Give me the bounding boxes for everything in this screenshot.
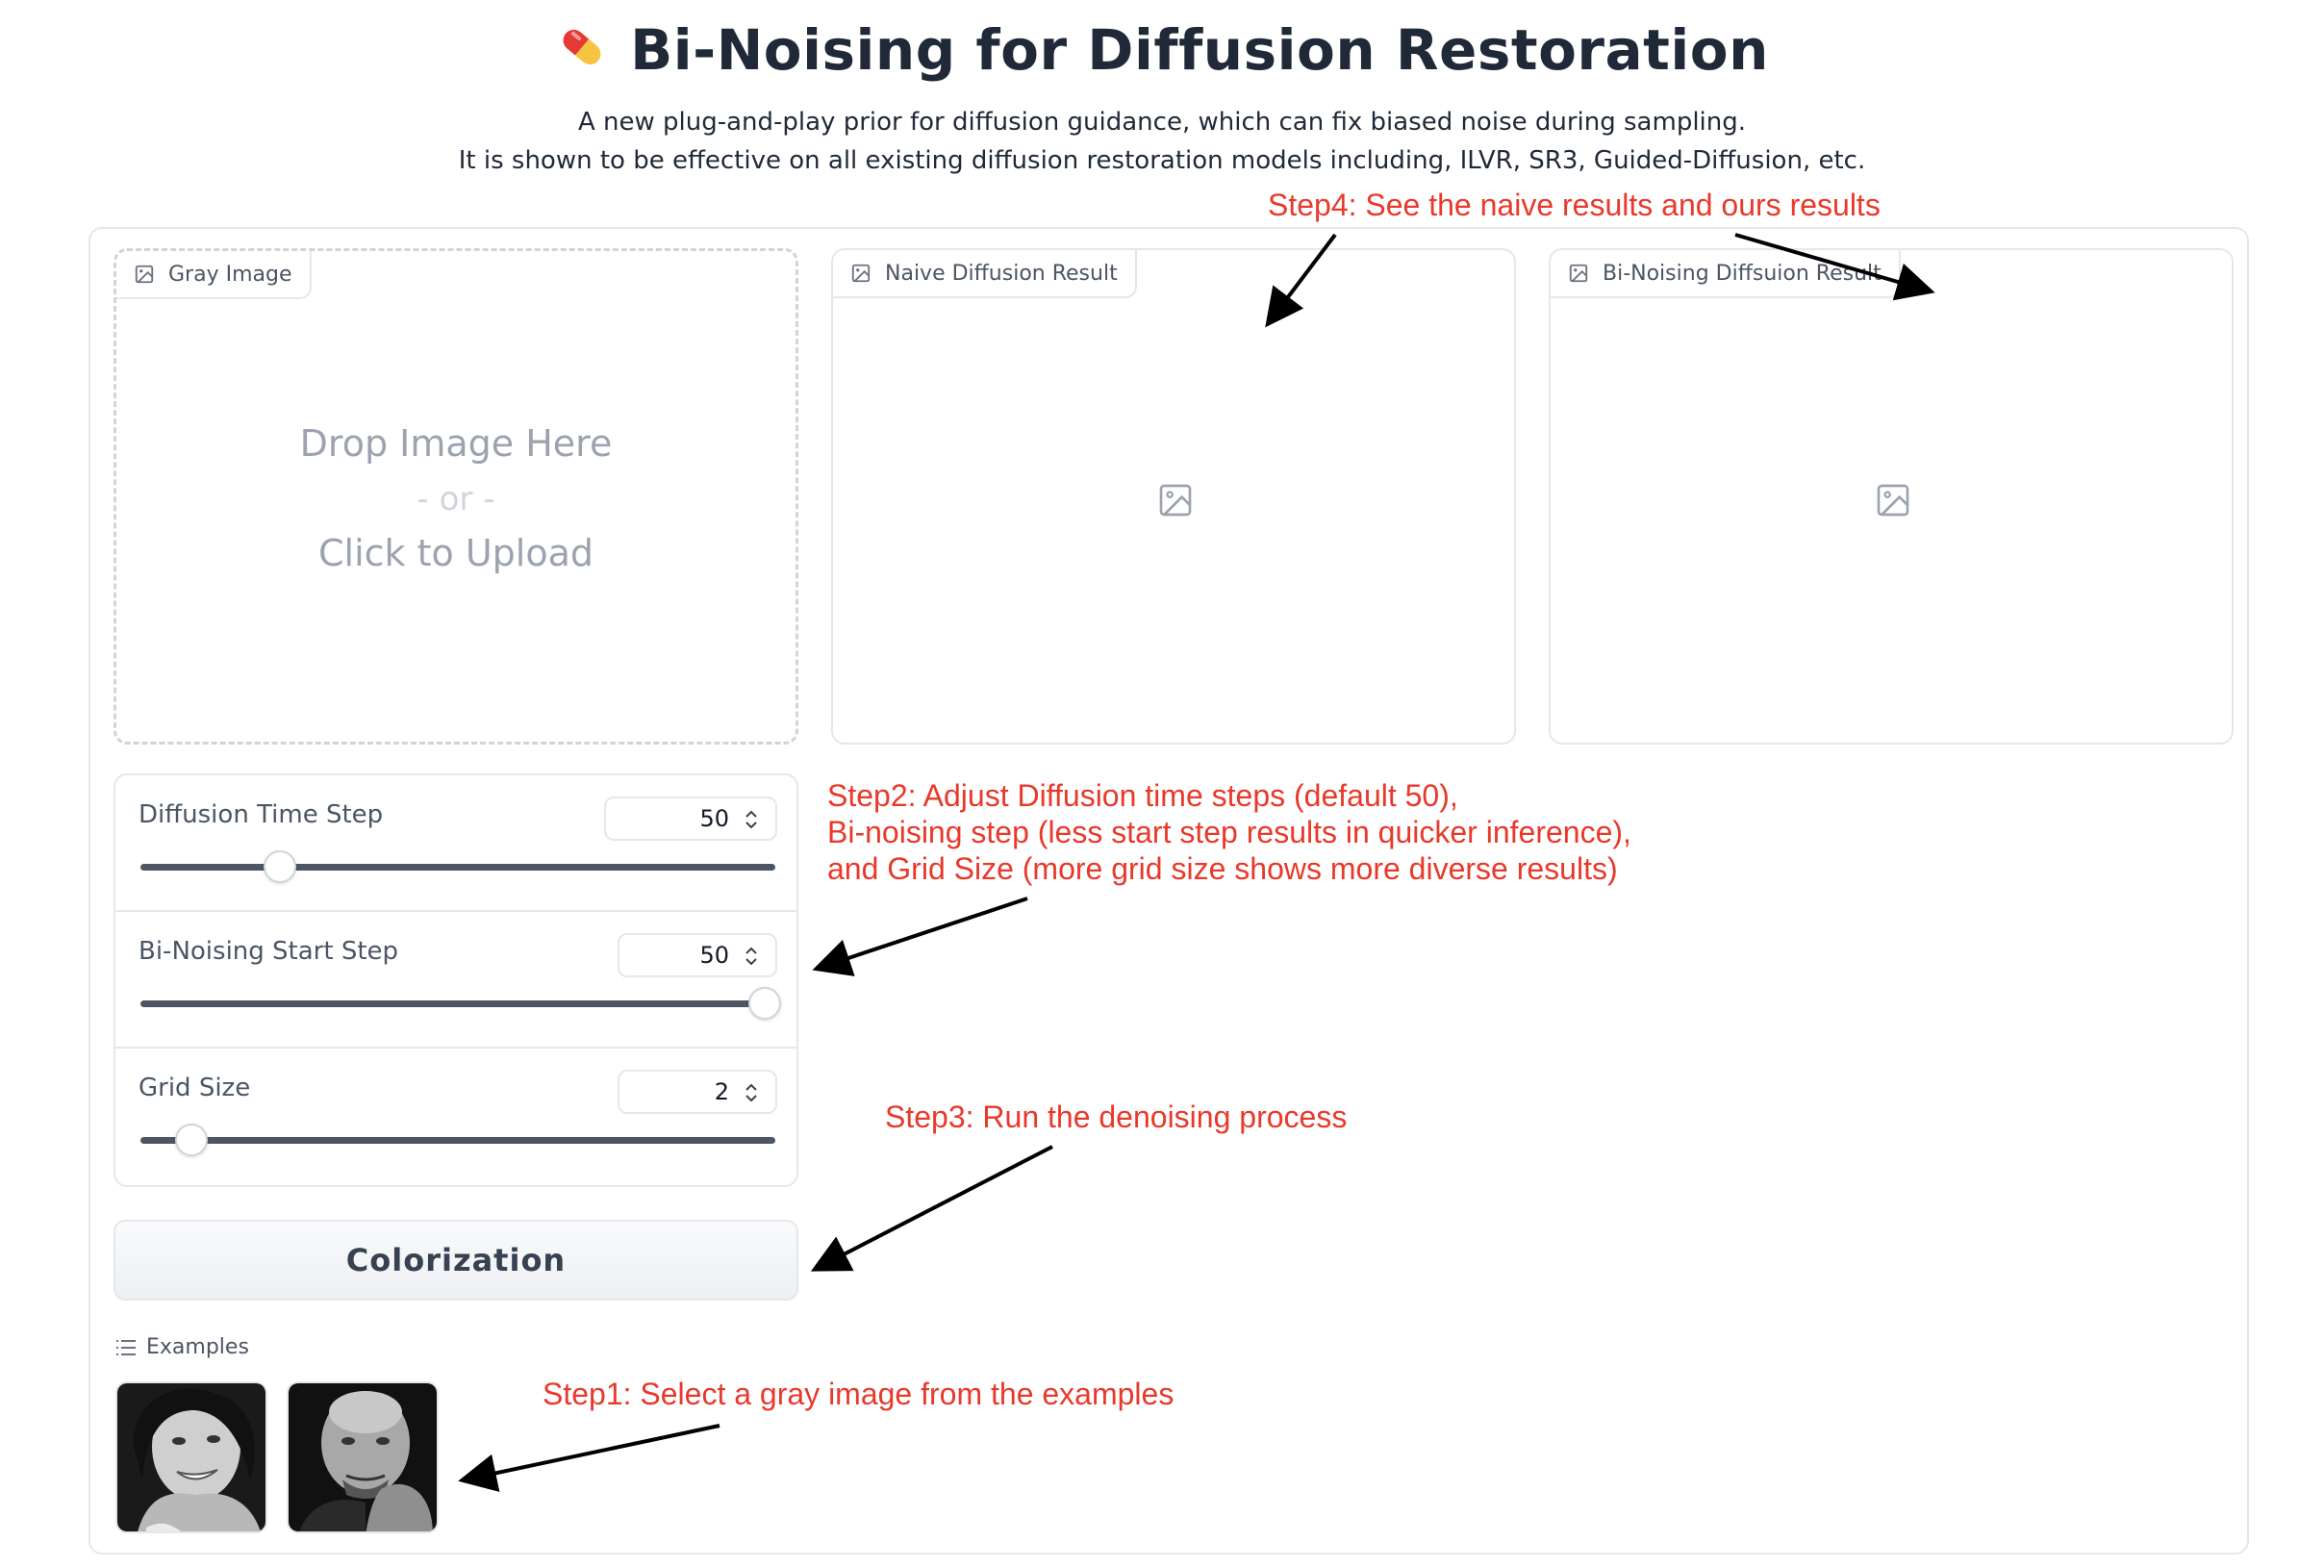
arrow-step4-bi-noising [1734, 233, 1935, 301]
annotation-arrows [458, 233, 1935, 1492]
arrow-step1 [458, 1424, 720, 1492]
arrow-step4-naive [1265, 233, 1337, 328]
arrow-step2 [812, 897, 1028, 976]
arrow-step3 [810, 1145, 1053, 1272]
app-page: Bi-Noising for Diffusion Restoration A n… [0, 0, 2324, 1568]
